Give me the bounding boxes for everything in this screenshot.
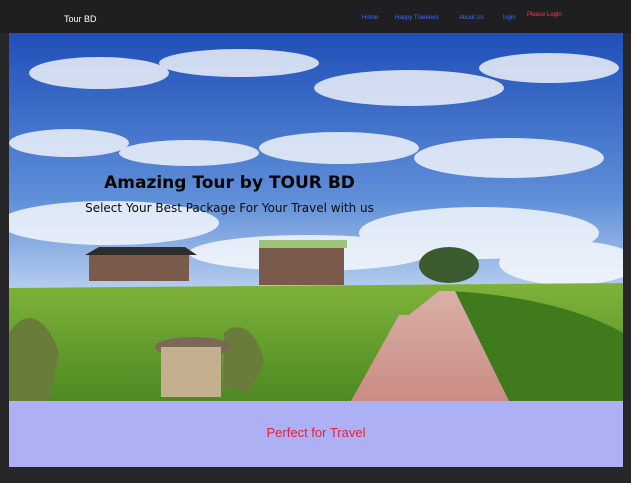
nav-happy-travelers-link[interactable]: Happy Travelers <box>395 15 439 21</box>
hero-landscape-image <box>9 33 623 401</box>
hero-title: Amazing Tour by TOUR BD <box>104 173 355 193</box>
page-bottom-edge <box>0 467 631 483</box>
nav-login-link[interactable]: login <box>503 15 516 21</box>
hero-subtitle: Select Your Best Package For Your Travel… <box>85 201 374 215</box>
hero-banner: Amazing Tour by TOUR BD Select Your Best… <box>9 33 623 401</box>
perfect-travel-text: Perfect for Travel <box>266 425 366 440</box>
nav-home-link[interactable]: Home <box>362 15 378 21</box>
navbar: Tour BD Home Happy Travelers About Us lo… <box>0 0 631 33</box>
perfect-travel-section: Perfect for Travel <box>9 401 623 467</box>
login-status-text: Please Login <box>527 12 562 18</box>
nav-about-us-link[interactable]: About Us <box>459 15 484 21</box>
brand-logo-link[interactable]: Tour BD <box>64 14 97 24</box>
